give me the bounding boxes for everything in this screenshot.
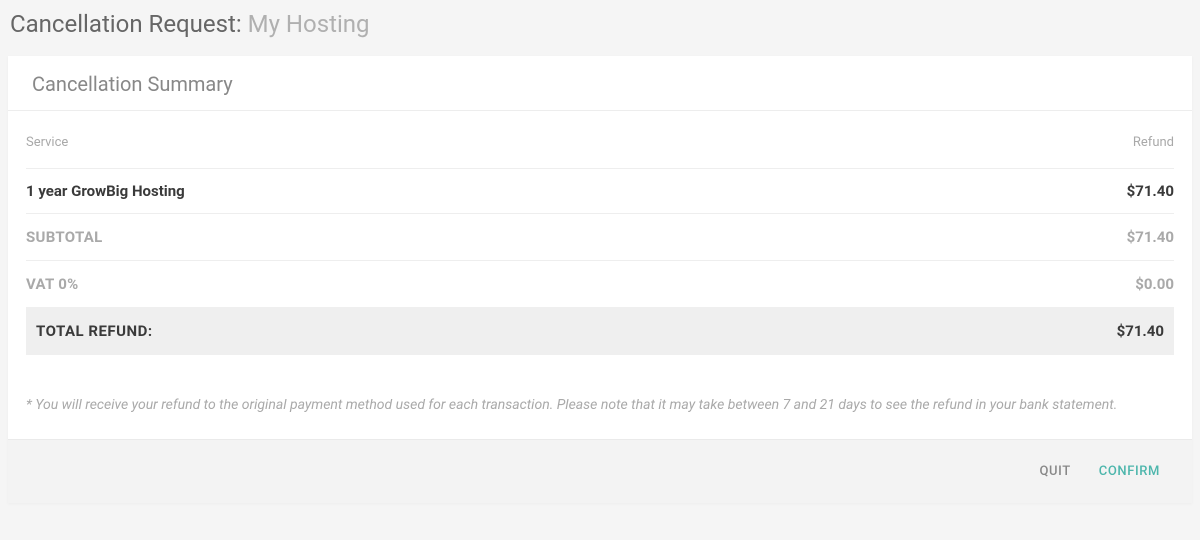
card-title: Cancellation Summary — [32, 72, 1168, 96]
vat-value: $0.00 — [832, 261, 1174, 308]
table-row: VAT 0% $0.00 — [26, 261, 1174, 308]
total-label: TOTAL REFUND: — [26, 307, 832, 355]
summary-table: Service Refund 1 year GrowBig Hosting $7… — [26, 135, 1174, 355]
summary-card: Cancellation Summary Service Refund 1 ye… — [8, 56, 1192, 503]
line-item-label: 1 year GrowBig Hosting — [26, 169, 832, 214]
subtotal-value: $71.40 — [832, 214, 1174, 261]
table-row: SUBTOTAL $71.40 — [26, 214, 1174, 261]
vat-label: VAT 0% — [26, 261, 832, 308]
quit-button[interactable]: QUIT — [1031, 458, 1078, 485]
total-value: $71.40 — [832, 307, 1174, 355]
table-row: 1 year GrowBig Hosting $71.40 — [26, 169, 1174, 214]
card-footer: QUIT CONFIRM — [8, 439, 1192, 503]
total-row: TOTAL REFUND: $71.40 — [26, 307, 1174, 355]
page-title-suffix: My Hosting — [248, 10, 370, 38]
footnote: * You will receive your refund to the or… — [8, 355, 1192, 439]
column-refund: Refund — [832, 135, 1174, 169]
card-body: Service Refund 1 year GrowBig Hosting $7… — [8, 111, 1192, 355]
line-item-value: $71.40 — [832, 169, 1174, 214]
column-service: Service — [26, 135, 832, 169]
page-header: Cancellation Request: My Hosting — [0, 0, 1200, 56]
confirm-button[interactable]: CONFIRM — [1091, 458, 1168, 485]
subtotal-label: SUBTOTAL — [26, 214, 832, 261]
page-title-prefix: Cancellation Request: — [10, 10, 242, 38]
card-header: Cancellation Summary — [8, 56, 1192, 111]
page-title: Cancellation Request: My Hosting — [10, 10, 1190, 38]
